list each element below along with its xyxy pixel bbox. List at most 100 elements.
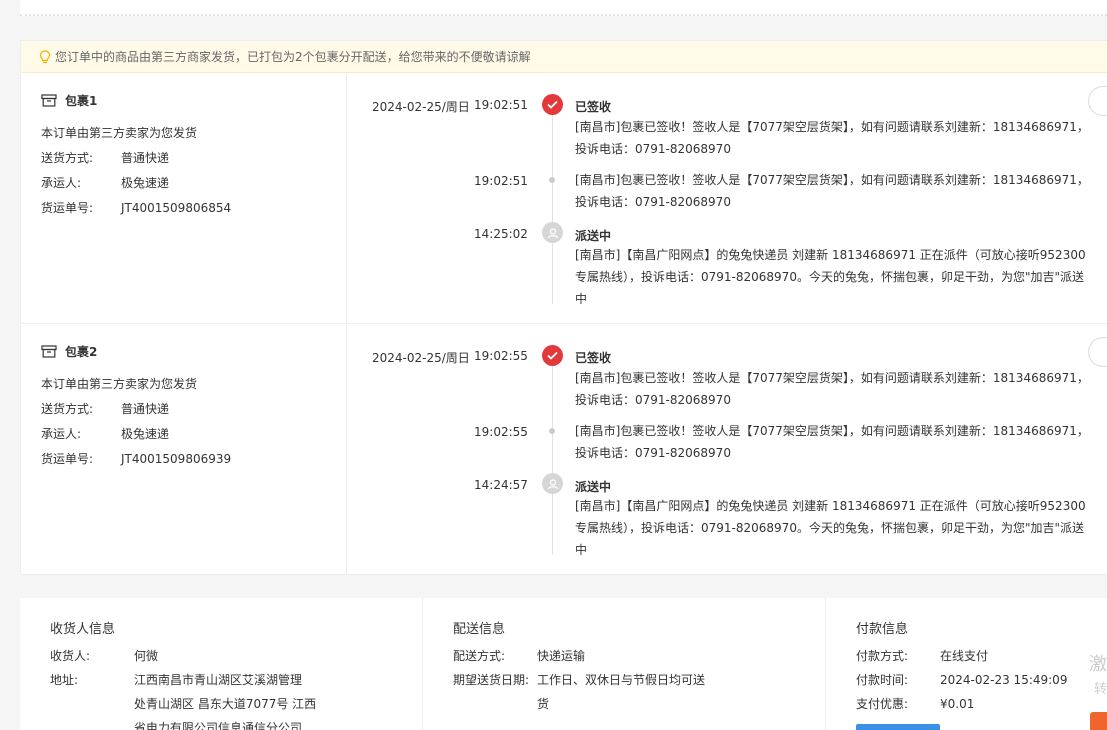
carrier-label: 承运人: [41,176,82,190]
carrier-row: 承运人: 极兔速递 [41,425,169,442]
payment-discount: ¥0.01 [940,697,975,711]
event-status: 已签收 [575,100,612,114]
timeline-dot [549,428,555,434]
timeline-line [552,365,553,555]
receiver-address-label: 地址: [50,673,79,687]
edge-promo-text: 转 [1093,682,1107,697]
payment-discount-row: 支付优惠: ¥0.01 [856,692,974,716]
tracking-label: 货运单号: [41,201,94,215]
expected-line: 货 [537,697,550,711]
payment-method-row: 付款方式: 在线支付 [856,644,988,668]
event-desc: [南昌市]包裹已签收！签收人是【7077架空层货架】，如有问题请联系刘建新：18… [575,371,1089,407]
expected-line: 工作日、双休日与节假日均可送 [537,673,706,687]
carrier-value: 极兔速递 [121,176,170,190]
event-time: 19:02:51 [474,174,528,188]
delivery-method-row: 配送方式: 快递运输 [453,644,585,668]
payment-time-row: 付款时间: 2024-02-23 15:49:09 [856,668,1067,692]
top-strip [20,0,1107,16]
expected-date-label: 期望送货日期: [453,673,530,687]
seller-note: 本订单由第三方卖家为您发货 [41,377,198,391]
receiver-address-row: 地址: 江西南昌市青山湖区艾溪湖管理 处青山湖区 昌东大道7077号 江西省电力有限… [50,668,316,730]
expected-date-row: 期望送货日期: 工作日、双休日与节假日均可送货 [453,668,705,716]
delivery-title: 配送信息 [453,622,506,637]
package-title-text: 包裹2 [65,345,98,359]
event-time: 19:02:51 [474,98,528,112]
address-line: 江西南昌市青山湖区艾溪湖管理 [134,673,303,687]
lightbulb-icon [39,49,51,63]
receiver-name: 何微 [134,649,159,663]
tracking-row: 货运单号: JT4001509806854 [41,199,231,216]
package-title: 包裹2 [41,343,97,360]
package-info: 包裹1 本订单由第三方卖家为您发货 送货方式: 普通快递 承运人: 极兔速递 货运单… [21,74,347,323]
ship-method-row: 送货方式: 普通快递 [41,149,169,166]
event-time: 14:25:02 [474,227,528,241]
tracking-label: 货运单号: [41,452,94,466]
carrier-row: 承运人: 极兔速递 [41,174,169,191]
package-title: 包裹1 [41,92,97,109]
event-status: 已签收 [575,351,612,365]
ship-method-label: 送货方式: [41,402,94,416]
event-time: 19:02:55 [474,349,528,363]
receiver-title: 收货人信息 [50,622,116,637]
package-info: 包裹2 本订单由第三方卖家为您发货 送货方式: 普通快递 承运人: 极兔速递 货运单… [21,325,347,575]
carrier-value: 极兔速递 [121,427,170,441]
event-desc: [南昌市]包裹已签收！签收人是【7077架空层货架】，如有问题请联系刘建新：18… [575,173,1089,209]
split-package-notice: 您订单中的商品由第三方商家发货，已打包为2个包裹分开配送，给您带来的不便敬请谅解 [21,41,1107,73]
receiver-name-row: 收货人: 何微 [50,644,158,668]
payment-time: 2024-02-23 15:49:09 [940,673,1068,687]
carrier-label: 承运人: [41,427,82,441]
timeline-line [552,114,553,304]
ship-method-value: 普通快递 [121,402,170,416]
payment-badge[interactable] [856,724,940,730]
package-2: 包裹2 本订单由第三方卖家为您发货 送货方式: 普通快递 承运人: 极兔速递 货运单… [21,325,1107,575]
ship-method-value: 普通快递 [121,151,170,165]
receiver-name-label: 收货人: [50,649,91,663]
signed-check-icon [542,345,563,366]
event-status: 派送中 [575,229,612,243]
package-title-text: 包裹1 [65,94,98,108]
payment-method: 在线支付 [940,649,989,663]
address-line: 处青山湖区 昌东大道7077号 江西 [134,697,317,711]
expected-date: 工作日、双休日与节假日均可送货 [537,668,705,716]
event-desc: [南昌市]包裹已签收！签收人是【7077架空层货架】，如有问题请联系刘建新：18… [575,120,1089,156]
payment-title: 付款信息 [856,622,909,637]
delivery-method: 快递运输 [537,649,586,663]
receiver-address: 江西南昌市青山湖区艾溪湖管理 处青山湖区 昌东大道7077号 江西省电力有限公司信… [134,668,316,730]
tracking-timeline[interactable]: 2024-02-25/周日 19:02:51 已签收 [南昌市]包裹已签收！签收… [347,74,1107,304]
package-1: 包裹1 本订单由第三方卖家为您发货 送货方式: 普通快递 承运人: 极兔速递 货运单… [21,74,1107,324]
event-desc: [南昌市]包裹已签收！签收人是【7077架空层货架】，如有问题请联系刘建新：18… [575,424,1089,460]
ship-method-row: 送货方式: 普通快递 [41,400,169,417]
edge-promo-text: 激 [1089,654,1107,675]
payment-info: 付款信息 付款方式: 在线支付 付款时间: 2024-02-23 15:49:09 … [826,598,1107,730]
event-desc: [南昌市]【南昌广阳网点】的兔兔快递员 刘建新 18134686971 正在派件… [575,499,1086,555]
floating-app-icon[interactable] [1090,712,1107,730]
seller-note: 本订单由第三方卖家为您发货 [41,126,198,140]
box-icon [41,345,57,358]
payment-method-label: 付款方式: [856,649,909,663]
event-time: 19:02:55 [474,425,528,439]
box-icon [41,94,57,107]
tracking-row: 货运单号: JT4001509806939 [41,450,231,467]
receiver-info: 收货人信息 收货人: 何微 地址: 江西南昌市青山湖区艾溪湖管理 处青山湖区 昌东大道… [20,598,423,730]
notice-text: 您订单中的商品由第三方商家发货，已打包为2个包裹分开配送，给您带来的不便敬请谅解 [55,50,531,64]
event-date: 2024-02-25/周日 [372,100,470,114]
event-desc: [南昌市]【南昌广阳网点】的兔兔快递员 刘建新 18134686971 正在派件… [575,248,1086,304]
timeline-dot [549,177,555,183]
tracking-timeline[interactable]: 2024-02-25/周日 19:02:55 已签收 [南昌市]包裹已签收！签收… [347,325,1107,555]
signed-check-icon [542,94,563,115]
tracking-number[interactable]: JT4001509806854 [121,201,231,215]
courier-icon [542,222,563,243]
order-info-section: 收货人信息 收货人: 何微 地址: 江西南昌市青山湖区艾溪湖管理 处青山湖区 昌东大道… [20,598,1107,730]
address-line: 省电力有限公司信息通信分公司 [134,721,303,730]
packages-panel: 您订单中的商品由第三方商家发货，已打包为2个包裹分开配送，给您带来的不便敬请谅解… [20,40,1107,575]
payment-discount-label: 支付优惠: [856,697,909,711]
event-time: 14:24:57 [474,478,528,492]
event-status: 派送中 [575,480,612,494]
courier-icon [542,473,563,494]
event-date: 2024-02-25/周日 [372,351,470,365]
ship-method-label: 送货方式: [41,151,94,165]
delivery-method-label: 配送方式: [453,649,506,663]
payment-time-label: 付款时间: [856,673,909,687]
delivery-info: 配送信息 配送方式: 快递运输 期望送货日期: 工作日、双休日与节假日均可送货 [423,598,826,730]
tracking-number[interactable]: JT4001509806939 [121,452,231,466]
